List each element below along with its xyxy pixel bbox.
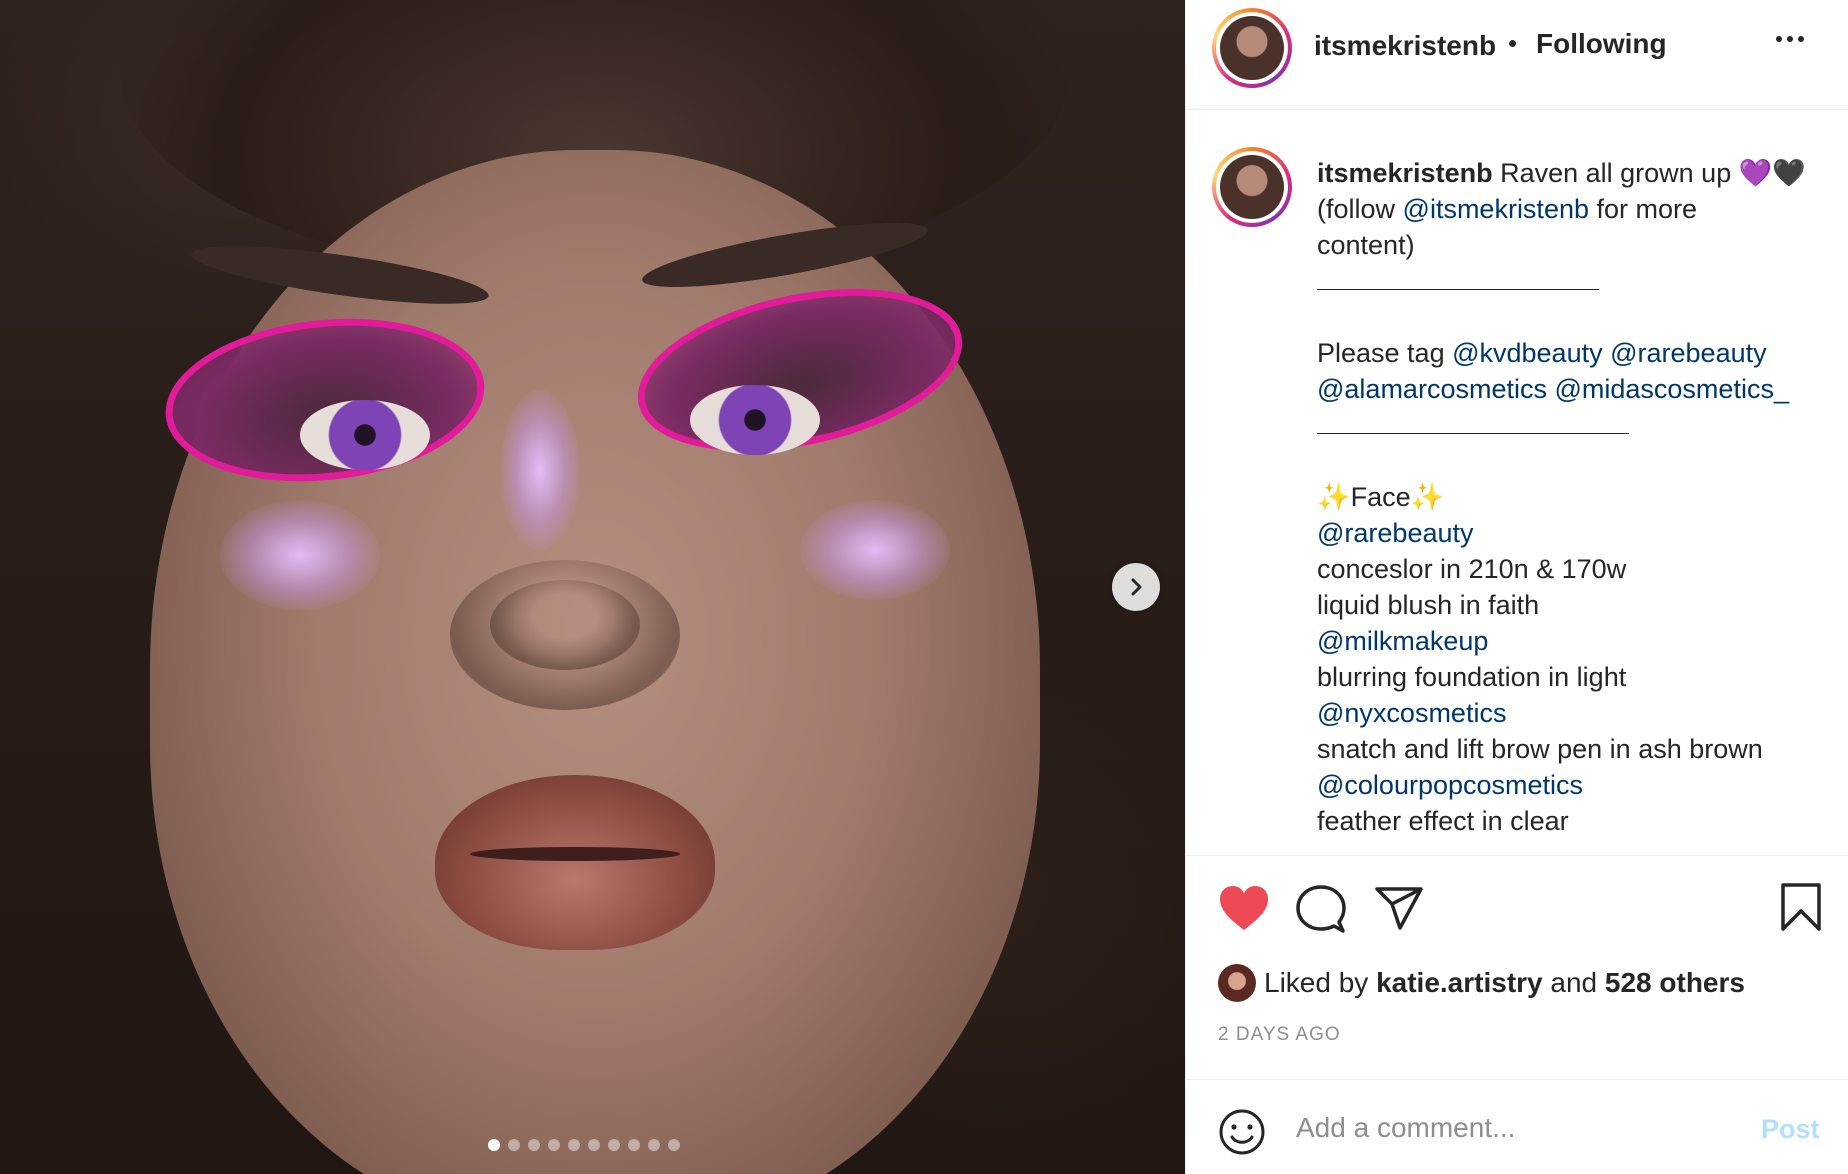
mention-link[interactable]: @kvdbeauty (1452, 338, 1603, 368)
carousel-dot (528, 1139, 540, 1151)
carousel-dot (628, 1139, 640, 1151)
caption-text: itsmekristenb Raven all grown up 💜🖤 (fol… (1317, 155, 1837, 839)
chevron-right-icon (1131, 578, 1142, 596)
caption-section: itsmekristenb Raven all grown up 💜🖤 (fol… (1186, 111, 1848, 855)
post-timestamp[interactable]: 2 DAYS AGO (1218, 1024, 1341, 1046)
more-options-icon[interactable] (1776, 36, 1804, 42)
liker-avatar[interactable] (1218, 964, 1256, 1002)
carousel-dot (648, 1139, 660, 1151)
author-avatar[interactable] (1212, 8, 1292, 88)
bookmark-icon[interactable] (1780, 882, 1822, 932)
divider-line (1317, 263, 1837, 299)
carousel-dot (588, 1139, 600, 1151)
paper-plane-icon[interactable] (1374, 886, 1424, 932)
mention-link[interactable]: @rarebeauty (1317, 515, 1837, 551)
carousel-next-button[interactable] (1112, 563, 1160, 611)
caption-intro: Raven all grown up 💜🖤 (1492, 158, 1806, 188)
mention-link[interactable]: @nyxcosmetics (1317, 695, 1837, 731)
following-button[interactable]: Following (1536, 28, 1667, 60)
mention-link[interactable]: @itsmekristenb (1403, 194, 1589, 224)
mention-link[interactable]: @midascosmetics_ (1554, 374, 1788, 404)
post-detail-panel: itsmekristenb • Following itsmekristenb … (1185, 0, 1848, 1174)
section-heading: ✨Face✨ (1317, 482, 1445, 512)
carousel-dot (668, 1139, 680, 1151)
post-photo[interactable] (0, 0, 1185, 1174)
smiley-icon[interactable] (1218, 1108, 1266, 1156)
carousel-indicator (488, 1139, 680, 1151)
carousel-dot (508, 1139, 520, 1151)
post-header: itsmekristenb • Following (1186, 0, 1848, 110)
carousel-dot (608, 1139, 620, 1151)
carousel-dot (488, 1139, 500, 1151)
heart-filled-icon[interactable] (1218, 884, 1270, 932)
mention-link[interactable]: @alamarcosmetics (1317, 374, 1547, 404)
action-bar: Liked by katie.artistry and 528 others 2… (1186, 855, 1848, 1079)
comment-form: Post (1186, 1079, 1848, 1174)
liker-username[interactable]: katie.artistry (1376, 967, 1543, 999)
header-separator: • (1508, 28, 1518, 58)
speech-bubble-icon[interactable] (1296, 884, 1346, 934)
likes-count-link[interactable]: 528 others (1605, 967, 1745, 999)
caption-username[interactable]: itsmekristenb (1317, 158, 1493, 188)
likes-summary: Liked by katie.artistry and 528 others (1218, 964, 1745, 1002)
post-comment-button[interactable]: Post (1761, 1114, 1820, 1145)
divider-line (1317, 407, 1837, 443)
carousel-dot (548, 1139, 560, 1151)
carousel-dot (568, 1139, 580, 1151)
mention-link[interactable]: @rarebeauty (1610, 338, 1767, 368)
mention-link[interactable]: @milkmakeup (1317, 623, 1837, 659)
comment-input[interactable] (1296, 1102, 1736, 1154)
author-username[interactable]: itsmekristenb (1314, 30, 1496, 62)
mention-link[interactable]: @colourpopcosmetics (1317, 767, 1837, 803)
caption-author-avatar[interactable] (1212, 147, 1292, 227)
